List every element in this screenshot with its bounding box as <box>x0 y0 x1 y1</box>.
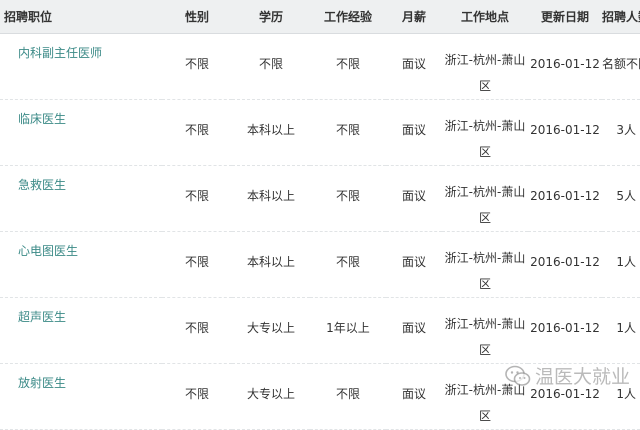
location-cell: 浙江-杭州-萧山区 <box>444 184 526 225</box>
headcount-cell: 1人 <box>616 254 636 269</box>
headcount-cell: 1人 <box>616 386 636 401</box>
gender-cell: 不限 <box>184 188 209 203</box>
job-title-link[interactable]: 临床医生 <box>0 100 162 127</box>
headcount-cell: 名额不限 <box>602 56 640 71</box>
salary-cell: 面议 <box>401 386 426 401</box>
location-cell: 浙江-杭州-萧山区 <box>444 118 526 159</box>
experience-cell: 1年以上 <box>326 320 370 335</box>
date-cell: 2016-01-12 <box>530 254 600 269</box>
education-cell: 大专以上 <box>246 386 295 401</box>
education-cell: 本科以上 <box>246 254 295 269</box>
salary-cell: 面议 <box>401 188 426 203</box>
date-cell: 2016-01-12 <box>530 122 600 137</box>
table-row: 临床医生 不限 本科以上 不限 面议 浙江-杭州-萧山区 2016-01-12 … <box>0 99 640 165</box>
experience-cell: 不限 <box>335 386 360 401</box>
job-title-link[interactable]: 急救医生 <box>0 166 162 193</box>
gender-cell: 不限 <box>184 56 209 71</box>
header-education: 学历 <box>232 0 310 34</box>
experience-cell: 不限 <box>335 254 360 269</box>
table-row: 内科副主任医师 不限 不限 不限 面议 浙江-杭州-萧山区 2016-01-12… <box>0 33 640 99</box>
gender-cell: 不限 <box>184 386 209 401</box>
table-row: 放射医生 不限 大专以上 不限 面议 浙江-杭州-萧山区 2016-01-12 … <box>0 363 640 429</box>
table-row: 心电图医生 不限 本科以上 不限 面议 浙江-杭州-萧山区 2016-01-12… <box>0 231 640 297</box>
location-cell: 浙江-杭州-萧山区 <box>444 382 526 423</box>
education-cell: 不限 <box>258 56 283 71</box>
experience-cell: 不限 <box>335 122 360 137</box>
job-title-link[interactable]: 内科副主任医师 <box>0 34 162 61</box>
gender-cell: 不限 <box>184 320 209 335</box>
experience-cell: 不限 <box>335 188 360 203</box>
table-row: 超声医生 不限 大专以上 1年以上 面议 浙江-杭州-萧山区 2016-01-1… <box>0 297 640 363</box>
salary-cell: 面议 <box>401 254 426 269</box>
header-location: 工作地点 <box>442 0 528 34</box>
header-update-date: 更新日期 <box>528 0 602 34</box>
headcount-cell: 3人 <box>616 122 636 137</box>
education-cell: 大专以上 <box>246 320 295 335</box>
table-header-row: 招聘职位 性别 学历 工作经验 月薪 工作地点 更新日期 招聘人数 <box>0 0 640 34</box>
header-position: 招聘职位 <box>0 0 162 34</box>
date-cell: 2016-01-12 <box>530 56 600 71</box>
education-cell: 本科以上 <box>246 188 295 203</box>
header-gender: 性别 <box>162 0 232 34</box>
job-title-link[interactable]: 放射医生 <box>0 364 162 391</box>
table-row: 急救医生 不限 本科以上 不限 面议 浙江-杭州-萧山区 2016-01-12 … <box>0 165 640 231</box>
header-headcount: 招聘人数 <box>602 0 640 34</box>
location-cell: 浙江-杭州-萧山区 <box>444 250 526 291</box>
date-cell: 2016-01-12 <box>530 320 600 335</box>
gender-cell: 不限 <box>184 254 209 269</box>
location-cell: 浙江-杭州-萧山区 <box>444 316 526 357</box>
header-salary: 月薪 <box>386 0 442 34</box>
experience-cell: 不限 <box>335 56 360 71</box>
education-cell: 本科以上 <box>246 122 295 137</box>
headcount-cell: 5人 <box>616 188 636 203</box>
job-title-link[interactable]: 超声医生 <box>0 298 162 325</box>
date-cell: 2016-01-12 <box>530 386 600 401</box>
gender-cell: 不限 <box>184 122 209 137</box>
headcount-cell: 1人 <box>616 320 636 335</box>
date-cell: 2016-01-12 <box>530 188 600 203</box>
salary-cell: 面议 <box>401 122 426 137</box>
header-experience: 工作经验 <box>310 0 386 34</box>
salary-cell: 面议 <box>401 56 426 71</box>
salary-cell: 面议 <box>401 320 426 335</box>
job-title-link[interactable]: 心电图医生 <box>0 232 162 259</box>
job-listing-table: 招聘职位 性别 学历 工作经验 月薪 工作地点 更新日期 招聘人数 内科副主任医… <box>0 0 640 430</box>
location-cell: 浙江-杭州-萧山区 <box>444 52 526 93</box>
